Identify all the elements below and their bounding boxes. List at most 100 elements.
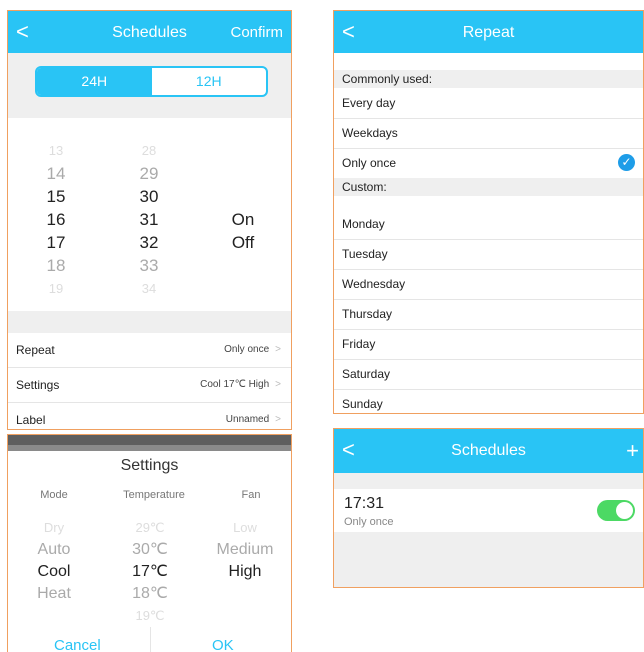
option-label: Every day [342, 96, 396, 110]
temperature-column-header: Temperature [123, 489, 185, 501]
hour-option: 13 [48, 143, 64, 158]
option-label: Monday [342, 217, 385, 231]
schedule-edit-screen: < Schedules Confirm 24H 12H 13 14 15 16 … [7, 10, 292, 430]
repeat-option-wednesday[interactable]: Wednesday [334, 269, 643, 300]
custom-section-header: Custom: [334, 178, 643, 196]
minute-option: 28 [141, 143, 157, 158]
hour-wheel[interactable]: 13 14 15 16 17 18 19 [26, 139, 86, 300]
header-bar: < Schedules Confirm [8, 11, 291, 53]
minute-option-selected: 31 [139, 210, 159, 229]
mode-wheel[interactable]: Dry Auto Cool Heat [9, 517, 99, 605]
common-section-title: Commonly used: [342, 72, 433, 86]
minute-option: 32 [139, 233, 159, 252]
repeat-label: Repeat [16, 343, 55, 357]
hour-option: 17 [46, 233, 66, 252]
ok-button[interactable]: OK [212, 637, 234, 652]
option-label: Friday [342, 337, 376, 351]
repeat-option-every-day[interactable]: Every day [334, 88, 643, 119]
option-label: Wednesday [342, 277, 406, 291]
fan-column-header: Fan [241, 489, 261, 501]
option-label: Tuesday [342, 247, 388, 261]
chevron-right-icon: > [275, 379, 281, 390]
minute-option: 33 [139, 256, 159, 275]
schedule-item[interactable]: 17:31 Only once [334, 489, 643, 532]
add-icon[interactable]: + [626, 438, 639, 464]
format-12h-tab[interactable]: 12H [152, 68, 267, 95]
option-label: Sunday [342, 397, 383, 411]
settings-value: Cool 17℃ High [200, 379, 270, 390]
option-label: Only once [342, 156, 397, 170]
option-label: Weekdays [342, 126, 398, 140]
repeat-option-saturday[interactable]: Saturday [334, 359, 643, 390]
temperature-option: 19℃ [135, 608, 165, 623]
label-value: Unnamed [225, 414, 270, 425]
repeat-option-monday[interactable]: Monday [334, 209, 643, 240]
temperature-option: 30℃ [132, 541, 168, 558]
toggle-knob [616, 502, 633, 519]
mode-option-selected: Cool [37, 563, 71, 580]
schedule-time: 17:31 [344, 495, 385, 512]
hour-option: 19 [48, 281, 64, 296]
section-divider [8, 311, 291, 333]
minute-wheel[interactable]: 28 29 30 31 32 33 34 [119, 139, 179, 300]
header-bar: < Repeat [334, 11, 643, 53]
repeat-option-friday[interactable]: Friday [334, 329, 643, 360]
settings-row[interactable]: Settings Cool 17℃ High > [8, 368, 291, 403]
button-divider [150, 627, 151, 652]
schedule-enabled-toggle[interactable] [597, 500, 635, 521]
hour-option: 15 [46, 187, 66, 206]
temperature-option-selected: 17℃ [132, 563, 168, 580]
format-toggle: 24H 12H [35, 66, 268, 97]
repeat-row[interactable]: Repeat Only once > [8, 333, 291, 368]
schedule-repeat: Only once [344, 516, 394, 528]
label-row[interactable]: Label Unnamed > [8, 403, 291, 429]
minute-option: 34 [141, 281, 157, 296]
dialog-title: Settings [120, 457, 179, 474]
schedule-list-screen: < Schedules + 17:31 Only once [333, 428, 644, 588]
dim-overlay [8, 445, 291, 451]
hour-option-selected: 16 [46, 210, 66, 229]
format-24h-tab[interactable]: 24H [37, 68, 152, 95]
temperature-option: 29℃ [135, 520, 165, 535]
page-title: Repeat [462, 24, 515, 41]
fan-wheel[interactable]: Low Medium High [200, 517, 290, 583]
temperature-wheel[interactable]: 29℃ 30℃ 17℃ 18℃ 19℃ [105, 517, 195, 627]
header-bar: < Schedules + [334, 429, 643, 473]
mode-column-header: Mode [40, 489, 68, 501]
repeat-option-only-once[interactable]: Only once ✓ [334, 148, 643, 178]
option-label: Saturday [342, 367, 391, 381]
fan-option: Medium [216, 541, 274, 558]
temperature-option: 18℃ [132, 585, 168, 602]
minute-option: 30 [139, 187, 159, 206]
hour-option: 18 [46, 256, 66, 275]
format-toggle-area: 24H 12H [8, 53, 291, 118]
confirm-button[interactable]: Confirm [230, 24, 283, 41]
option-label: Thursday [342, 307, 393, 321]
custom-section-title: Custom: [342, 180, 387, 194]
off-option: Off [231, 233, 255, 252]
hour-option: 14 [46, 164, 66, 183]
repeat-screen: < Repeat Commonly used: Every day Weekda… [333, 10, 644, 414]
repeat-value: Only once [224, 344, 270, 355]
cancel-button[interactable]: Cancel [54, 637, 101, 652]
settings-label: Settings [16, 378, 60, 392]
dim-overlay [8, 435, 291, 445]
fan-option: Low [233, 520, 257, 535]
repeat-option-thursday[interactable]: Thursday [334, 299, 643, 330]
fan-option-selected: High [228, 563, 262, 580]
mode-option: Auto [37, 541, 71, 558]
page-title: Schedules [451, 442, 526, 459]
mode-option: Dry [43, 520, 65, 535]
settings-dialog: Settings Mode Temperature Fan Dry Auto C… [7, 434, 292, 652]
minute-option: 29 [139, 164, 159, 183]
label-label: Label [16, 413, 46, 427]
chevron-right-icon: > [275, 414, 281, 425]
repeat-option-sunday[interactable]: Sunday [334, 389, 643, 413]
on-option: On [231, 210, 255, 229]
check-icon: ✓ [618, 154, 635, 171]
repeat-option-weekdays[interactable]: Weekdays [334, 118, 643, 149]
onoff-wheel[interactable]: On Off [213, 208, 273, 254]
repeat-option-tuesday[interactable]: Tuesday [334, 239, 643, 270]
chevron-right-icon: > [275, 344, 281, 355]
common-section-header: Commonly used: [334, 70, 643, 88]
